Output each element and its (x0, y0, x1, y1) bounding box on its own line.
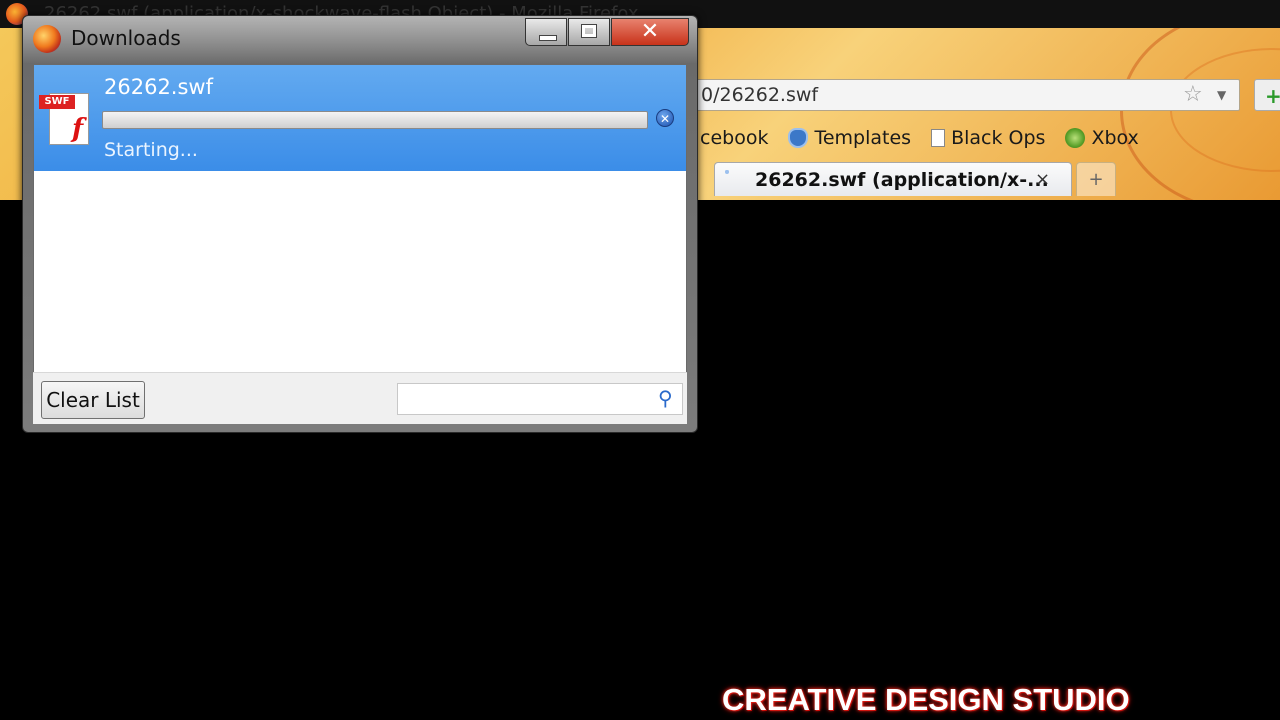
plus-icon: + (1265, 84, 1280, 108)
minimize-icon (539, 35, 557, 41)
xbox-icon (1065, 128, 1086, 148)
mask-icon (725, 170, 729, 174)
dialog-footer: Clear List ⚲ (33, 372, 687, 424)
downloads-dialog: Downloads ✕ f SWF 26262.swf ✕ Starting..… (22, 15, 698, 433)
search-field[interactable]: ⚲ (397, 383, 683, 415)
swf-file-icon: f SWF (39, 91, 91, 147)
downloads-list: f SWF 26262.swf ✕ Starting... (33, 64, 687, 424)
watermark-text: CREATIVE DESIGN STUDIO (722, 682, 1130, 717)
tab-close-icon[interactable]: × (1035, 163, 1050, 197)
minimize-button[interactable] (525, 18, 567, 46)
tab-title: 26262.swf (application/x-... (755, 169, 1049, 191)
bookmark-templates[interactable]: Templates (788, 127, 911, 149)
new-tab-button[interactable]: + (1076, 162, 1116, 196)
download-progress-bar (102, 111, 648, 129)
tab-strip: 26262.swf (application/x-... × + (700, 162, 1116, 196)
close-icon: ✕ (640, 19, 660, 44)
firefox-icon (33, 25, 61, 53)
bookmark-label: Templates (814, 127, 912, 149)
tab-26262-swf[interactable]: 26262.swf (application/x-... × (714, 162, 1072, 196)
file-type-label: SWF (39, 95, 75, 109)
bookmark-label: Black Ops (951, 127, 1046, 149)
bookmark-black-ops[interactable]: Black Ops (931, 127, 1045, 149)
dialog-title: Downloads (71, 26, 181, 50)
flash-logo-icon: f (72, 114, 84, 144)
bookmark-label: Xbox (1091, 127, 1139, 149)
download-item[interactable]: f SWF 26262.swf ✕ Starting... (34, 65, 686, 171)
cancel-download-button[interactable]: ✕ (656, 109, 674, 127)
bookmark-facebook[interactable]: cebook (700, 127, 768, 149)
download-status: Starting... (104, 139, 198, 161)
search-input[interactable] (402, 387, 646, 413)
search-icon[interactable]: ⚲ (658, 386, 673, 410)
mask-icon (788, 128, 809, 148)
bookmark-xbox[interactable]: Xbox (1065, 127, 1139, 149)
add-button[interactable]: + (1254, 79, 1280, 111)
close-button[interactable]: ✕ (611, 18, 689, 46)
bookmarks-toolbar: cebook Templates Black Ops Xbox (700, 124, 1159, 152)
url-text: 0/26262.swf (701, 84, 819, 106)
bookmark-label: cebook (700, 127, 769, 149)
maximize-button[interactable] (568, 18, 610, 46)
clear-list-button[interactable]: Clear List (41, 381, 145, 419)
download-file-name: 26262.swf (104, 75, 213, 99)
url-bar[interactable]: 0/26262.swf ☆ ▼ (694, 79, 1240, 111)
bookmark-star-icon[interactable]: ☆ (1183, 82, 1203, 108)
page-icon (931, 129, 946, 147)
url-history-dropdown-icon[interactable]: ▼ (1217, 82, 1226, 108)
maximize-icon (581, 24, 597, 38)
